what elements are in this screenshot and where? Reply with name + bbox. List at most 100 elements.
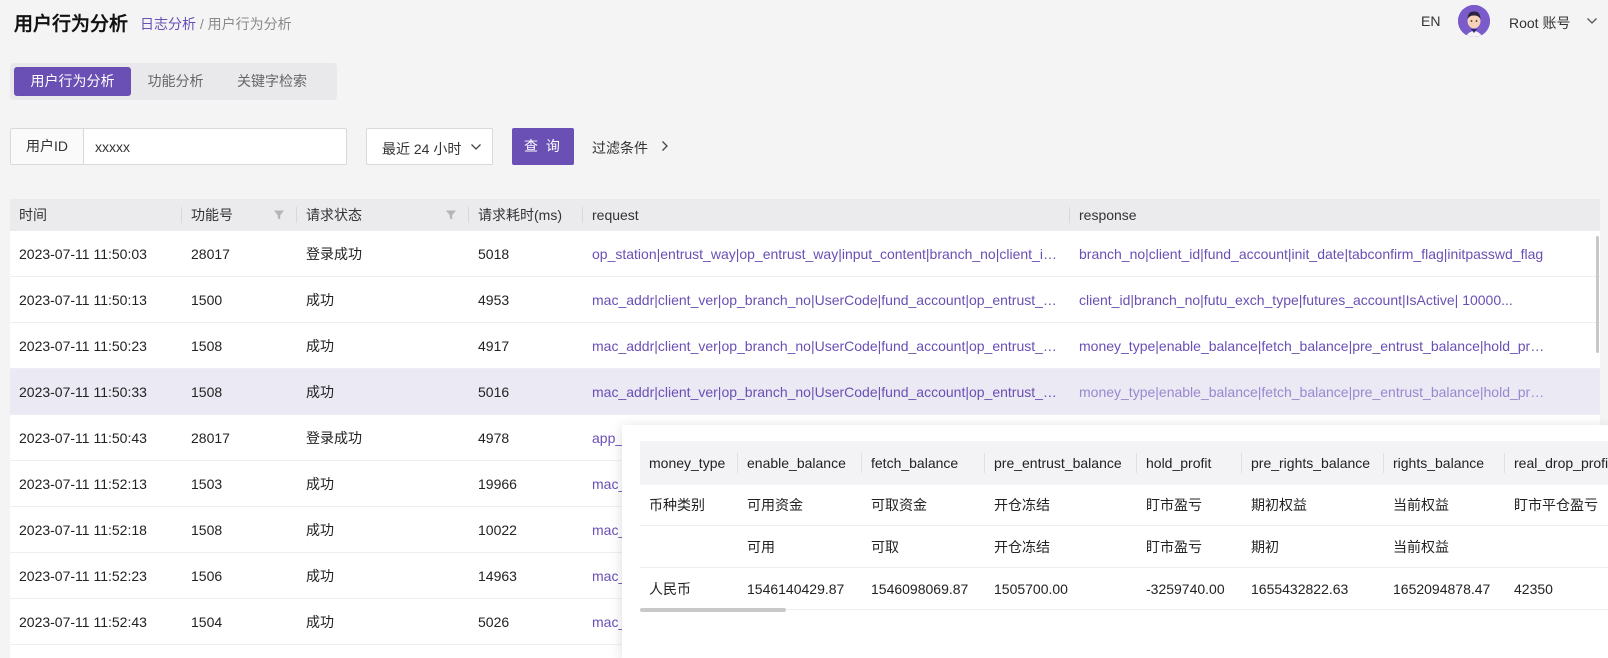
cell-status: 成功 — [306, 338, 334, 354]
cell-status: 成功 — [306, 522, 334, 538]
cell-cost: 4953 — [478, 292, 510, 308]
table-row[interactable]: 2023-07-11 11:50:13 1500 成功 4953 mac_add… — [10, 277, 1600, 323]
chevron-right-icon — [662, 141, 668, 151]
table-row-hovered[interactable]: 2023-07-11 11:50:33 1508 成功 5016 mac_add… — [10, 369, 1600, 415]
popover-cell: 1655432822.63 — [1251, 581, 1349, 597]
user-id-label: 用户ID — [11, 129, 84, 164]
cell-response-link[interactable]: client_id|branch_no|futu_exch_type|futur… — [1070, 277, 1554, 323]
popover-cell: 1546098069.87 — [871, 581, 969, 597]
page-title: 用户行为分析 — [14, 14, 129, 35]
popover-column-header: hold_profit — [1146, 455, 1212, 471]
filter-icon[interactable] — [273, 209, 285, 221]
popover-cell: 当前权益 — [1393, 539, 1449, 555]
cell-status: 成功 — [306, 292, 334, 308]
cell-cost: 5026 — [478, 614, 510, 630]
popover-row: 可用 可取 开仓冻结 盯市盈亏 期初 当前权益 — [640, 527, 1608, 568]
cell-function-no: 1506 — [191, 568, 223, 584]
column-header-request-status: 请求状态 — [306, 207, 362, 223]
language-switch[interactable]: EN — [1421, 13, 1440, 29]
tab-keyword-search[interactable]: 关键字检索 — [223, 67, 321, 96]
filter-conditions-link[interactable]: 过滤条件 — [592, 138, 668, 158]
chevron-down-icon — [471, 144, 481, 150]
popover-cell: 可用资金 — [747, 497, 803, 513]
popover-cell: 1505700.00 — [994, 581, 1068, 597]
popover-column-header: real_drop_profit — [1514, 455, 1608, 471]
user-id-input[interactable] — [95, 137, 335, 157]
cell-time: 2023-07-11 11:50:33 — [19, 384, 147, 400]
user-avatar-icon — [1458, 5, 1490, 37]
column-header-request-cost: 请求耗时(ms) — [478, 207, 562, 223]
cell-function-no: 1500 — [191, 292, 223, 308]
cell-function-no: 1504 — [191, 614, 223, 630]
filter-icon[interactable] — [445, 209, 457, 221]
cell-status: 成功 — [306, 614, 334, 630]
cell-status: 成功 — [306, 384, 334, 400]
cell-request-link[interactable]: op_station|entrust_way|op_entrust_way|in… — [583, 231, 1069, 277]
popover-cell: 可取资金 — [871, 497, 927, 513]
time-range-select[interactable]: 最近 24 小时 — [366, 128, 493, 165]
cell-time: 2023-07-11 11:52:18 — [19, 522, 147, 538]
breadcrumb-current: 用户行为分析 — [207, 16, 292, 32]
table-row[interactable]: 2023-07-11 11:50:23 1508 成功 4917 mac_add… — [10, 323, 1600, 369]
cell-cost: 4917 — [478, 338, 510, 354]
cell-function-no: 1508 — [191, 384, 223, 400]
response-detail-popover: money_type enable_balance fetch_balance … — [622, 425, 1608, 658]
popover-cell: 42350 — [1514, 581, 1553, 597]
avatar[interactable] — [1458, 5, 1490, 37]
popover-column-header: pre_rights_balance — [1251, 455, 1371, 471]
time-range-value: 最近 24 小时 — [382, 141, 462, 157]
cell-status: 成功 — [306, 476, 334, 492]
popover-cell: 人民币 — [649, 581, 691, 597]
cell-response-link[interactable]: money_type|enable_balance|fetch_balance|… — [1070, 369, 1554, 415]
cell-request-link[interactable]: mac_addr|client_ver|op_branch_no|UserCod… — [583, 277, 1069, 323]
popover-cell: 1652094878.47 — [1393, 581, 1491, 597]
popover-column-header: enable_balance — [747, 455, 846, 471]
cell-status: 成功 — [306, 568, 334, 584]
cell-function-no: 28017 — [191, 430, 230, 446]
popover-cell: 期初权益 — [1251, 497, 1307, 513]
popover-cell — [1505, 527, 1608, 568]
popover-row: 币种类别 可用资金 可取资金 开仓冻结 盯市盈亏 期初权益 当前权益 盯市平仓盈… — [640, 485, 1608, 526]
cell-cost: 19966 — [478, 476, 517, 492]
popover-table-header: money_type enable_balance fetch_balance … — [640, 441, 1608, 485]
cell-time: 2023-07-11 11:52:43 — [19, 614, 147, 630]
cell-response-link[interactable]: branch_no|client_id|fund_account|init_da… — [1070, 231, 1554, 277]
tab-function-analysis[interactable]: 功能分析 — [135, 67, 216, 96]
breadcrumb-link-log-analysis[interactable]: 日志分析 — [140, 16, 196, 32]
popover-horizontal-scrollbar[interactable] — [640, 608, 786, 612]
cell-function-no: 1508 — [191, 338, 223, 354]
cell-status: 登录成功 — [306, 246, 362, 262]
column-header-request: request — [592, 207, 639, 223]
cell-cost: 5016 — [478, 384, 510, 400]
app-header: 用户行为分析 日志分析 / 用户行为分析 EN Root 账号 — [0, 0, 1608, 44]
cell-cost: 14963 — [478, 568, 517, 584]
table-scrollbar[interactable] — [1596, 236, 1599, 353]
column-header-response: response — [1079, 207, 1137, 223]
breadcrumb-separator: / — [196, 16, 208, 32]
chevron-down-icon[interactable] — [1586, 15, 1598, 27]
popover-column-header: fetch_balance — [871, 455, 959, 471]
table-row[interactable]: 2023-07-11 11:50:03 28017 登录成功 5018 op_s… — [10, 231, 1600, 277]
cell-cost: 4978 — [478, 430, 510, 446]
cell-request-link[interactable]: mac_addr|client_ver|op_branch_no|UserCod… — [583, 323, 1069, 369]
cell-function-no: 1503 — [191, 476, 223, 492]
query-button[interactable]: 查 询 — [512, 128, 574, 165]
account-name[interactable]: Root 账号 — [1509, 13, 1570, 33]
filter-conditions-label: 过滤条件 — [592, 140, 648, 156]
tab-user-behavior[interactable]: 用户行为分析 — [14, 67, 131, 96]
cell-status: 登录成功 — [306, 430, 362, 446]
popover-cell: 开仓冻结 — [994, 497, 1050, 513]
popover-cell: 可取 — [871, 539, 899, 555]
popover-cell: 币种类别 — [649, 497, 705, 513]
cell-response-link[interactable]: money_type|enable_balance|fetch_balance|… — [1070, 323, 1554, 369]
popover-cell: 当前权益 — [1393, 497, 1449, 513]
popover-cell: 可用 — [747, 539, 775, 555]
popover-cell: 盯市盈亏 — [1146, 497, 1202, 513]
cell-function-no: 1508 — [191, 522, 223, 538]
user-id-group: 用户ID — [10, 128, 347, 165]
cell-time: 2023-07-11 11:50:03 — [19, 246, 147, 262]
cell-request-link[interactable]: mac_addr|client_ver|op_branch_no|UserCod… — [583, 369, 1069, 415]
popover-column-header: pre_entrust_balance — [994, 455, 1122, 471]
analysis-tabs: 用户行为分析 功能分析 关键字检索 — [10, 63, 337, 100]
popover-cell: 盯市平仓盈亏 — [1514, 497, 1598, 513]
